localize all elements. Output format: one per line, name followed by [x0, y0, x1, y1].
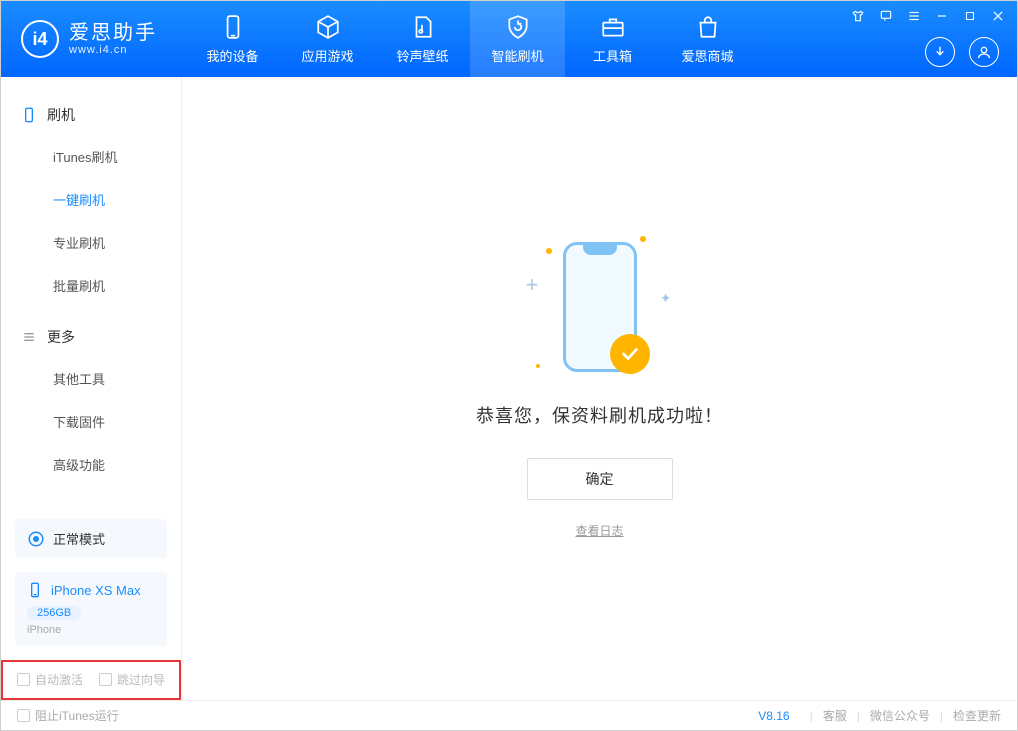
- checkbox-icon: [17, 673, 30, 686]
- success-message: 恭喜您，保资料刷机成功啦！: [476, 402, 723, 428]
- checkbox-block-itunes[interactable]: 阻止iTunes运行: [17, 707, 119, 724]
- app-title: 爱思助手: [69, 22, 157, 44]
- shield-refresh-icon: [505, 14, 531, 40]
- phone-icon: [220, 14, 246, 40]
- tab-my-device[interactable]: 我的设备: [185, 1, 280, 77]
- window-controls: [849, 7, 1007, 25]
- user-button[interactable]: [969, 37, 999, 67]
- close-button[interactable]: [989, 7, 1007, 25]
- dot-icon: [546, 248, 552, 254]
- tab-smart-flash[interactable]: 智能刷机: [470, 1, 565, 77]
- device-icon: [21, 107, 37, 123]
- tab-toolbox[interactable]: 工具箱: [565, 1, 660, 77]
- menu-icon[interactable]: [905, 7, 923, 25]
- sidebar-item-advanced[interactable]: 高级功能: [1, 443, 181, 486]
- maximize-button[interactable]: [961, 7, 979, 25]
- footer-link-check-update[interactable]: 检查更新: [953, 707, 1001, 724]
- sidebar-section-flash[interactable]: 刷机: [1, 95, 181, 135]
- bag-icon: [695, 14, 721, 40]
- device-info[interactable]: iPhone XS Max 256GB iPhone: [15, 572, 167, 646]
- view-log-link[interactable]: 查看日志: [575, 522, 623, 539]
- phone-icon: [27, 582, 43, 598]
- check-badge-icon: [610, 334, 650, 374]
- sidebar-item-batch-flash[interactable]: 批量刷机: [1, 264, 181, 307]
- sparkle-icon: +: [526, 272, 539, 298]
- music-file-icon: [410, 14, 436, 40]
- dot-icon: [640, 236, 646, 242]
- confirm-button[interactable]: 确定: [527, 458, 673, 500]
- sidebar: 刷机 iTunes刷机 一键刷机 专业刷机 批量刷机 更多 其他工具 下载固件 …: [1, 77, 182, 700]
- checkbox-icon: [17, 709, 30, 722]
- sidebar-item-oneclick-flash[interactable]: 一键刷机: [1, 178, 181, 221]
- footer: 阻止iTunes运行 V8.16 | 客服 | 微信公众号 | 检查更新: [1, 700, 1017, 730]
- tshirt-icon[interactable]: [849, 7, 867, 25]
- logo[interactable]: i4 爱思助手 www.i4.cn: [1, 20, 175, 58]
- cube-icon: [315, 14, 341, 40]
- checkbox-auto-activate[interactable]: 自动激活: [17, 671, 83, 688]
- sidebar-item-pro-flash[interactable]: 专业刷机: [1, 221, 181, 264]
- sidebar-section-more[interactable]: 更多: [1, 317, 181, 357]
- footer-link-support[interactable]: 客服: [823, 707, 847, 724]
- feedback-icon[interactable]: [877, 7, 895, 25]
- device-type: iPhone: [27, 624, 155, 636]
- app-subtitle: www.i4.cn: [69, 44, 157, 56]
- mode-indicator[interactable]: 正常模式: [15, 519, 167, 558]
- success-illustration: + ✦: [520, 238, 680, 378]
- list-icon: [21, 329, 37, 345]
- tab-apps-games[interactable]: 应用游戏: [280, 1, 375, 77]
- sidebar-item-download-firmware[interactable]: 下载固件: [1, 400, 181, 443]
- footer-link-wechat[interactable]: 微信公众号: [870, 707, 930, 724]
- sidebar-item-other-tools[interactable]: 其他工具: [1, 357, 181, 400]
- download-button[interactable]: [925, 37, 955, 67]
- checkbox-skip-guide[interactable]: 跳过向导: [99, 671, 165, 688]
- logo-icon: i4: [21, 20, 59, 58]
- header: i4 爱思助手 www.i4.cn 我的设备 应用游戏 铃声壁纸 智能刷机 工具…: [1, 1, 1017, 77]
- mode-icon: [27, 530, 45, 548]
- toolbox-icon: [600, 14, 626, 40]
- checkbox-icon: [99, 673, 112, 686]
- tab-ringtones-wallpapers[interactable]: 铃声壁纸: [375, 1, 470, 77]
- device-capacity: 256GB: [27, 606, 81, 620]
- device-name: iPhone XS Max: [51, 583, 141, 598]
- checkbox-row-highlighted: 自动激活 跳过向导: [1, 660, 181, 700]
- version-label: V8.16: [758, 709, 789, 723]
- sidebar-item-itunes-flash[interactable]: iTunes刷机: [1, 135, 181, 178]
- dot-icon: [536, 364, 540, 368]
- tab-store[interactable]: 爱思商城: [660, 1, 755, 77]
- sparkle-icon: ✦: [660, 290, 672, 307]
- main-content: + ✦ 恭喜您，保资料刷机成功啦！ 确定 查看日志: [182, 77, 1017, 700]
- main-tabs: 我的设备 应用游戏 铃声壁纸 智能刷机 工具箱 爱思商城: [185, 1, 755, 77]
- minimize-button[interactable]: [933, 7, 951, 25]
